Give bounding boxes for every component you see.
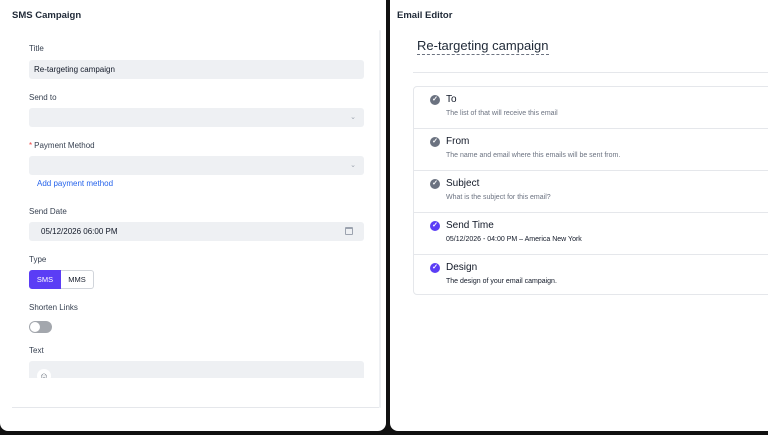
check-circle-icon: ✓ [430, 263, 440, 273]
shorten-links-toggle[interactable] [29, 321, 52, 333]
check-circle-icon: ✓ [430, 137, 440, 147]
type-sms-button[interactable]: SMS [29, 270, 61, 289]
form-scrollbar[interactable] [379, 30, 381, 408]
title-input[interactable]: Re-targeting campaign [29, 60, 364, 79]
section-design[interactable]: ✓ Design The design of your email campai… [414, 255, 768, 297]
send-date-input[interactable]: 05/12/2026 06:00 PM [29, 222, 364, 241]
payment-method-label: * Payment Method [29, 141, 95, 150]
shorten-links-label: Shorten Links [29, 303, 78, 312]
section-to[interactable]: ✓ To The list of that will receive this … [414, 87, 768, 129]
section-title: From [446, 136, 470, 147]
send-to-select[interactable]: ⌄ [29, 108, 364, 127]
payment-method-label-text: Payment Method [34, 141, 95, 150]
sms-campaign-panel: SMS Campaign Title Re-targeting campaign… [0, 0, 386, 431]
type-mms-button[interactable]: MMS [61, 270, 94, 289]
section-title: Send Time [446, 220, 494, 231]
email-sections-card: ✓ To The list of that will receive this … [413, 86, 768, 295]
emoji-icon[interactable]: ☺ [37, 369, 51, 378]
section-subject[interactable]: ✓ Subject What is the subject for this e… [414, 171, 768, 213]
text-label: Text [29, 346, 44, 355]
send-to-label: Send to [29, 93, 57, 102]
chevron-down-icon: ⌄ [350, 162, 356, 169]
email-editor-header: Email Editor [397, 10, 453, 21]
toggle-knob [30, 322, 40, 332]
title-divider [413, 72, 768, 73]
section-title: Subject [446, 178, 480, 189]
section-title: To [446, 94, 457, 105]
section-title: Design [446, 262, 478, 273]
section-subtitle: The list of that will receive this email [446, 110, 558, 117]
send-date-value: 05/12/2026 06:00 PM [41, 227, 118, 236]
check-circle-icon: ✓ [430, 221, 440, 231]
check-circle-icon: ✓ [430, 179, 440, 189]
chevron-down-icon: ⌄ [350, 114, 356, 121]
send-to-value [29, 113, 34, 122]
send-date-label: Send Date [29, 207, 67, 216]
email-editor-panel: Email Editor Re-targeting campaign ✓ To … [390, 0, 768, 431]
sms-form: Title Re-targeting campaign Send to ⌄ * P… [0, 0, 381, 378]
section-subtitle: 05/12/2026 - 04:00 PM – America New York [446, 236, 582, 243]
section-subtitle: The name and email where this emails wil… [446, 152, 621, 159]
add-payment-method-link[interactable]: Add payment method [37, 179, 113, 188]
title-input-value: Re-targeting campaign [34, 65, 115, 74]
form-bottom-divider [12, 407, 379, 408]
section-subtitle: What is the subject for this email? [446, 194, 551, 201]
calendar-icon[interactable] [345, 227, 353, 235]
type-label: Type [29, 255, 47, 264]
section-send-time[interactable]: ✓ Send Time 05/12/2026 - 04:00 PM – Amer… [414, 213, 768, 255]
payment-method-value [29, 161, 34, 170]
check-circle-icon: ✓ [430, 95, 440, 105]
section-from[interactable]: ✓ From The name and email where this ema… [414, 129, 768, 171]
title-label: Title [29, 44, 44, 53]
email-title[interactable]: Re-targeting campaign [417, 38, 549, 55]
payment-method-select[interactable]: ⌄ [29, 156, 364, 175]
text-message-editor[interactable]: ☺ [29, 361, 364, 378]
section-subtitle: The design of your email campaign. [446, 278, 557, 285]
required-marker: * [29, 141, 33, 150]
